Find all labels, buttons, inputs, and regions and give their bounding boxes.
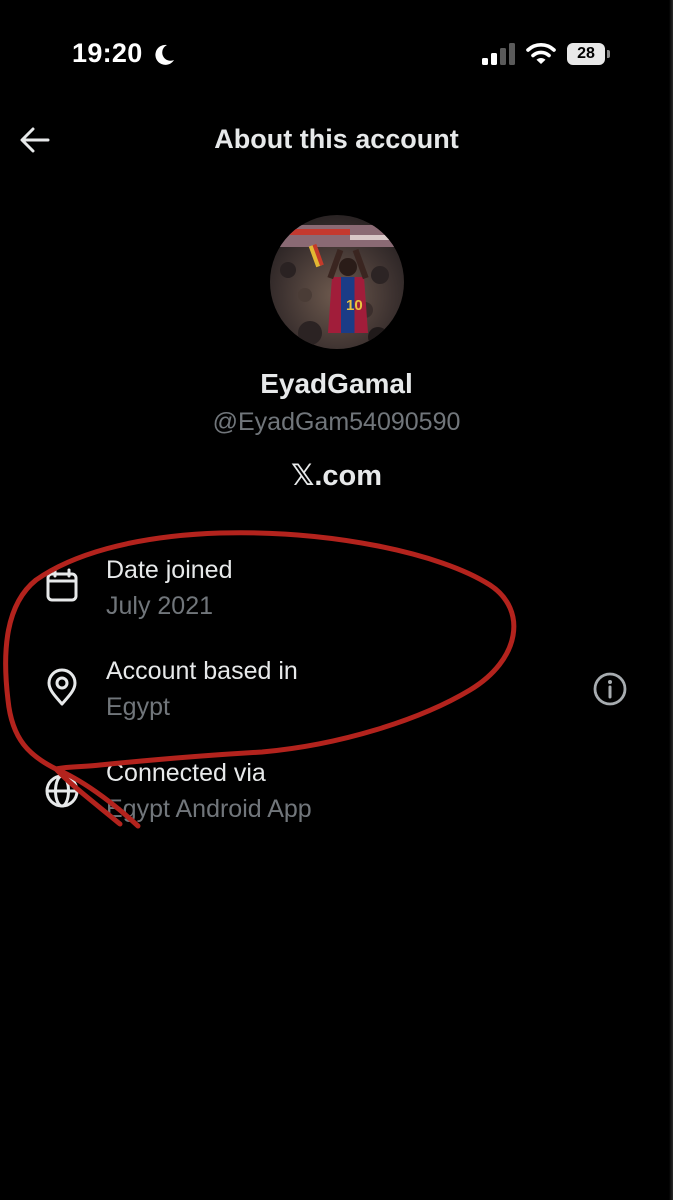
- connected-via-label: Connected via: [106, 759, 266, 787]
- status-time: 19:20: [72, 38, 143, 68]
- wifi-icon: [526, 43, 556, 64]
- avatar[interactable]: 10: [270, 215, 404, 349]
- page-title: About this account: [214, 124, 459, 154]
- cellular-signal-icon: [482, 43, 515, 65]
- avatar-photo: 10: [270, 215, 404, 349]
- battery-icon: 28: [567, 43, 611, 65]
- red-circle-annotation: [3, 530, 517, 829]
- location-pin-icon: [47, 668, 77, 706]
- info-icon[interactable]: [592, 671, 628, 707]
- screen-edge: [669, 0, 673, 1200]
- svg-text:10: 10: [346, 297, 363, 314]
- calendar-icon: [46, 568, 78, 602]
- display-name: EyadGamal: [260, 368, 413, 399]
- globe-icon: [45, 774, 79, 808]
- site-label: 𝕏.com: [290, 460, 383, 492]
- date-joined-value: July 2021: [106, 592, 214, 620]
- about-account-screen: 19:20 28 About this account 10 EyadGamal…: [0, 0, 673, 1200]
- handle: @EyadGam54090590: [212, 408, 461, 436]
- battery-level: 28: [577, 45, 595, 62]
- connected-via-value: Egypt Android App: [106, 795, 312, 823]
- moon-icon: [155, 44, 174, 65]
- account-based-in-label: Account based in: [106, 657, 298, 685]
- date-joined-label: Date joined: [106, 556, 233, 584]
- battery-cap: [607, 50, 610, 58]
- account-based-in-value: Egypt: [106, 693, 170, 721]
